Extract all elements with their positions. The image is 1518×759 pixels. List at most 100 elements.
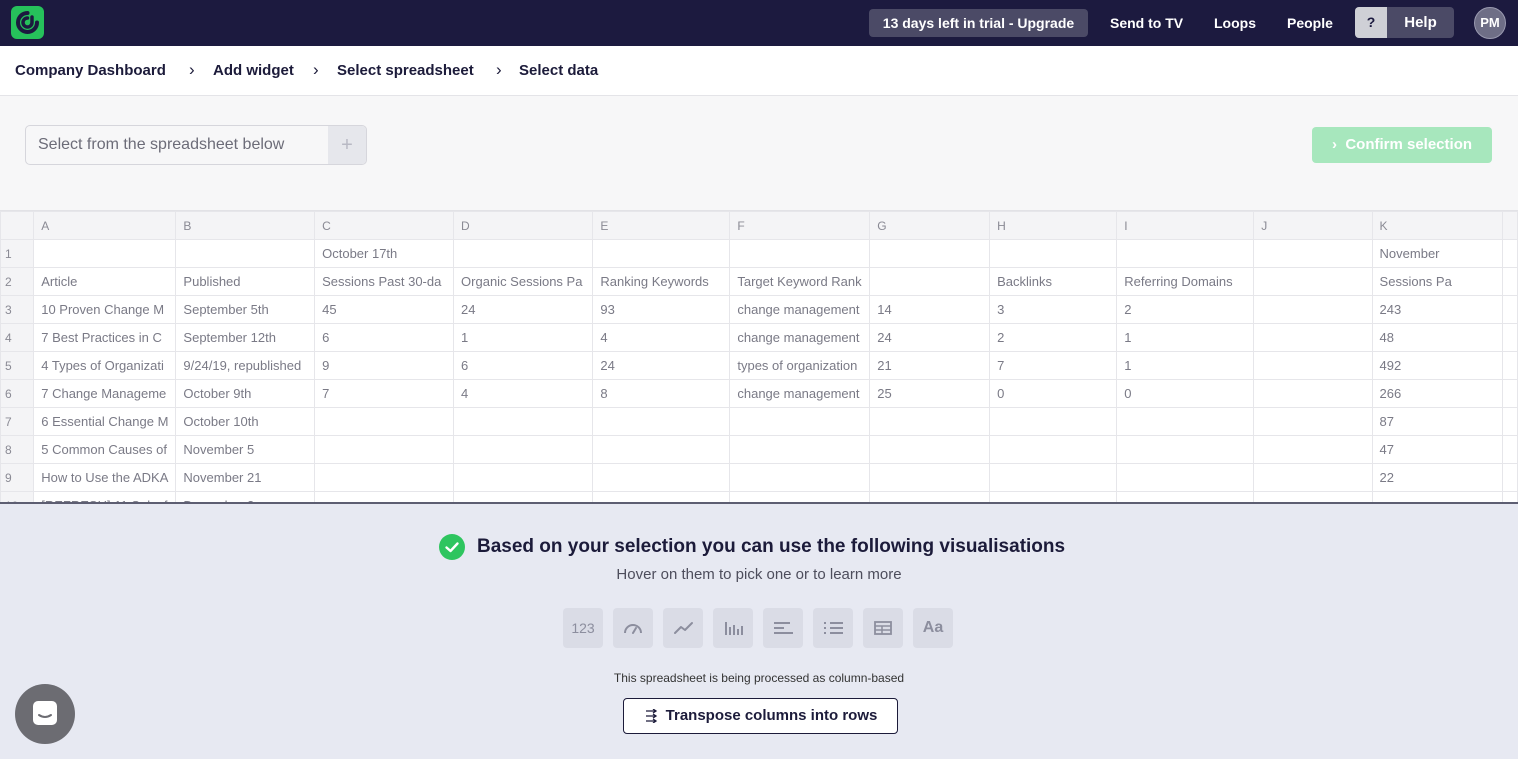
cell[interactable]: 1 xyxy=(1116,323,1255,352)
cell[interactable]: 93 xyxy=(592,295,731,324)
cell[interactable] xyxy=(869,435,991,464)
viz-text-button[interactable]: Aa xyxy=(913,608,953,648)
cell[interactable] xyxy=(1371,491,1504,502)
cell[interactable] xyxy=(453,463,594,492)
cell[interactable]: 7 xyxy=(989,351,1118,380)
row-number[interactable]: 3 xyxy=(0,295,35,324)
cell[interactable] xyxy=(869,407,991,436)
app-logo-icon[interactable] xyxy=(11,6,44,39)
cell[interactable]: 243 xyxy=(1371,295,1504,324)
cell[interactable]: 7 Best Practices in C xyxy=(33,323,177,352)
row-number[interactable]: 5 xyxy=(0,351,35,380)
send-to-tv-link[interactable]: Send to TV xyxy=(1110,0,1183,46)
row-number[interactable]: 2 xyxy=(0,267,35,296)
cell[interactable] xyxy=(592,463,731,492)
column-header-i[interactable]: I xyxy=(1116,211,1255,240)
cell[interactable] xyxy=(1502,463,1518,492)
column-header-g[interactable]: G xyxy=(869,211,991,240)
cell[interactable] xyxy=(1502,239,1518,268)
cell[interactable]: change management xyxy=(729,323,871,352)
cell[interactable] xyxy=(1253,295,1373,324)
transpose-button[interactable]: Transpose columns into rows xyxy=(623,698,898,734)
cell[interactable] xyxy=(1502,407,1518,436)
cell[interactable] xyxy=(453,239,594,268)
viz-gauge-button[interactable] xyxy=(613,608,653,648)
cell[interactable]: 492 xyxy=(1371,351,1504,380)
cell[interactable]: 6 xyxy=(314,323,455,352)
cell[interactable]: 2 xyxy=(989,323,1118,352)
cell[interactable]: October 10th xyxy=(175,407,316,436)
cell[interactable] xyxy=(1253,351,1373,380)
cell[interactable] xyxy=(1253,323,1373,352)
cell[interactable] xyxy=(33,239,177,268)
cell[interactable]: 266 xyxy=(1371,379,1504,408)
cell[interactable]: Referring Domains xyxy=(1116,267,1255,296)
cell[interactable] xyxy=(1502,323,1518,352)
cell[interactable]: 8 xyxy=(592,379,731,408)
cell[interactable]: 5 Common Causes of xyxy=(33,435,177,464)
row-number[interactable]: 8 xyxy=(0,435,35,464)
cell[interactable]: September 12th xyxy=(175,323,316,352)
column-header-c[interactable]: C xyxy=(314,211,455,240)
cell[interactable]: Ranking Keywords xyxy=(592,267,731,296)
people-link[interactable]: People xyxy=(1287,0,1333,46)
cell[interactable]: 0 xyxy=(989,379,1118,408)
column-header-h[interactable]: H xyxy=(989,211,1118,240)
row-number[interactable]: 6 xyxy=(0,379,35,408)
cell[interactable]: November 5 xyxy=(175,435,316,464)
cell[interactable] xyxy=(729,407,871,436)
cell[interactable] xyxy=(1253,379,1373,408)
row-number[interactable]: 9 xyxy=(0,463,35,492)
cell[interactable] xyxy=(869,491,991,502)
viz-horizontal-bar-button[interactable] xyxy=(763,608,803,648)
cell[interactable] xyxy=(1253,491,1373,502)
cell[interactable]: October 9th xyxy=(175,379,316,408)
cell[interactable] xyxy=(989,407,1118,436)
cell[interactable]: 10 Proven Change M xyxy=(33,295,177,324)
cell[interactable]: November 21 xyxy=(175,463,316,492)
cell[interactable] xyxy=(989,435,1118,464)
cell[interactable]: 3 xyxy=(989,295,1118,324)
breadcrumb-add-widget[interactable]: Add widget xyxy=(213,46,294,96)
viz-bar-button[interactable] xyxy=(713,608,753,648)
cell[interactable] xyxy=(314,491,455,502)
cell[interactable]: change management xyxy=(729,295,871,324)
cell[interactable]: 87 xyxy=(1371,407,1504,436)
add-range-button[interactable]: + xyxy=(328,126,366,164)
cell[interactable] xyxy=(989,491,1118,502)
cell[interactable] xyxy=(1253,435,1373,464)
trial-upgrade-button[interactable]: 13 days left in trial - Upgrade xyxy=(869,9,1088,37)
cell[interactable]: 0 xyxy=(1116,379,1255,408)
cell[interactable] xyxy=(989,239,1118,268)
cell[interactable]: 9/24/19, republished xyxy=(175,351,316,380)
cell[interactable]: November xyxy=(1371,239,1504,268)
cell[interactable] xyxy=(1502,267,1518,296)
range-input[interactable] xyxy=(26,126,329,164)
cell[interactable] xyxy=(989,463,1118,492)
viz-leaderboard-button[interactable] xyxy=(813,608,853,648)
cell[interactable] xyxy=(729,463,871,492)
cell[interactable]: change management xyxy=(729,379,871,408)
cell[interactable] xyxy=(175,239,316,268)
column-header-j[interactable]: J xyxy=(1253,211,1373,240)
breadcrumb-select-spreadsheet[interactable]: Select spreadsheet xyxy=(337,46,474,96)
cell[interactable] xyxy=(869,239,991,268)
cell[interactable]: Backlinks xyxy=(989,267,1118,296)
column-header-a[interactable]: A xyxy=(33,211,177,240)
cell[interactable]: 7 xyxy=(314,379,455,408)
cell[interactable]: 9 xyxy=(314,351,455,380)
spreadsheet-grid[interactable]: ABCDEFGHIJK 1 October 17th November 2 Articl… xyxy=(0,210,1518,502)
cell[interactable] xyxy=(592,491,731,502)
cell[interactable]: Published xyxy=(175,267,316,296)
chat-launcher-button[interactable] xyxy=(15,684,75,744)
row-number[interactable]: 1 xyxy=(0,239,35,268)
cell[interactable]: 45 xyxy=(314,295,455,324)
cell[interactable] xyxy=(453,407,594,436)
cell[interactable] xyxy=(592,239,731,268)
cell[interactable]: 24 xyxy=(869,323,991,352)
cell[interactable] xyxy=(729,239,871,268)
cell[interactable] xyxy=(869,463,991,492)
cell[interactable]: 4 xyxy=(592,323,731,352)
cell[interactable] xyxy=(1502,351,1518,380)
cell[interactable]: 21 xyxy=(869,351,991,380)
